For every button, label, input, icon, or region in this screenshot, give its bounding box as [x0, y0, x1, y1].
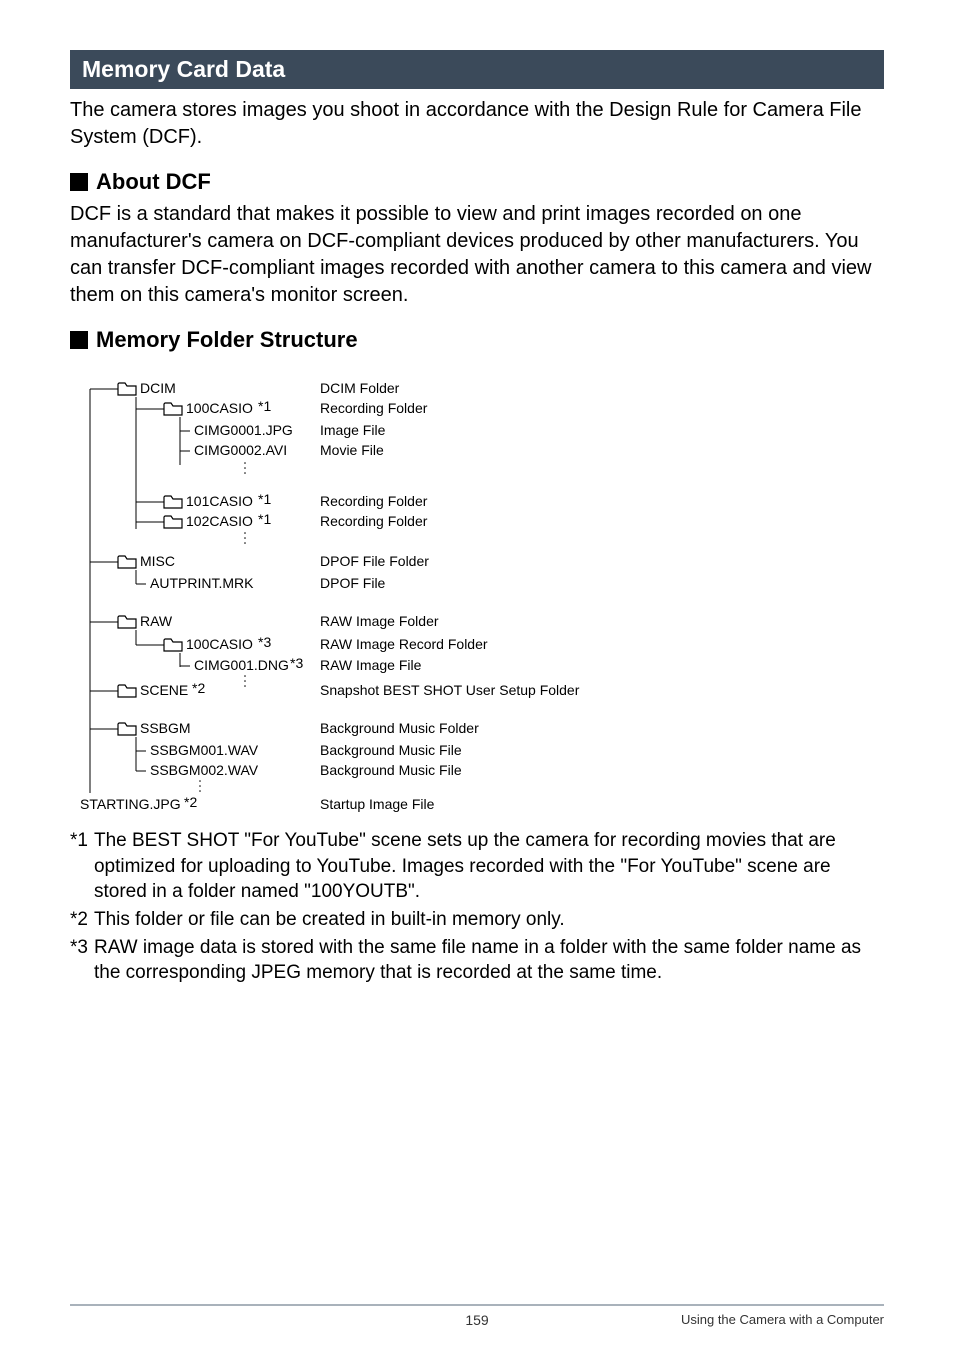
tree-ssbgm001-meaning: Background Music File: [320, 742, 462, 758]
section-header: Memory Card Data: [70, 50, 884, 89]
tree-cimg0001-meaning: Image File: [320, 422, 386, 438]
page-footer: 159 Using the Camera with a Computer: [70, 1304, 884, 1327]
tree-raw-100casio-label: 100CASIO: [186, 636, 253, 652]
about-dcf-paragraph: DCF is a standard that makes it possible…: [70, 201, 884, 309]
tree-starting-meaning: Startup Image File: [320, 796, 435, 812]
footnotes: *1 The BEST SHOT "For YouTube" scene set…: [70, 828, 884, 988]
tree-raw-dng-ast: *3: [290, 655, 303, 671]
intro-paragraph: The camera stores images you shoot in ac…: [70, 97, 884, 151]
footnote1-mark: *1: [70, 828, 88, 905]
footnote2-text: This folder or file can be created in bu…: [94, 907, 565, 933]
tree-102casio-meaning: Recording Folder: [320, 513, 428, 529]
tree-101casio-label: 101CASIO: [186, 493, 253, 509]
tree-scene-ast: *2: [192, 680, 205, 696]
footer-section-title: Using the Camera with a Computer: [681, 1312, 884, 1327]
tree-autprint-label: AUTPRINT.MRK: [150, 575, 254, 591]
tree-raw-meaning: RAW Image Folder: [320, 613, 439, 629]
square-bullet-icon: [70, 173, 88, 191]
tree-misc-label: MISC: [140, 553, 175, 569]
footnote3-mark: *3: [70, 935, 88, 986]
tree-100casio-label: 100CASIO: [186, 400, 253, 416]
tree-100casio-ast: *1: [258, 398, 271, 414]
folder-tree: DCIM DCIM Folder 100CASIO *1 Recording F…: [80, 369, 884, 814]
footnote3-text: RAW image data is stored with the same f…: [94, 935, 884, 986]
tree-dcim-label: DCIM: [140, 380, 176, 396]
tree-100casio-meaning: Recording Folder: [320, 400, 428, 416]
tree-misc-meaning: DPOF File Folder: [320, 553, 429, 569]
tree-starting-ast: *2: [184, 794, 197, 810]
tree-102casio-label: 102CASIO: [186, 513, 253, 529]
tree-ssbgm002-label: SSBGM002.WAV: [150, 762, 259, 778]
tree-scene-meaning: Snapshot BEST SHOT User Setup Folder: [320, 682, 580, 698]
page-number: 159: [465, 1312, 488, 1328]
tree-raw-label: RAW: [140, 613, 173, 629]
tree-scene-label: SCENE: [140, 682, 188, 698]
tree-102casio-ast: *1: [258, 511, 271, 527]
footnote1-text: The BEST SHOT "For YouTube" scene sets u…: [94, 828, 884, 905]
tree-101casio-ast: *1: [258, 491, 271, 507]
tree-cimg0002-label: CIMG0002.AVI: [194, 442, 287, 458]
tree-raw-dng-meaning: RAW Image File: [320, 657, 422, 673]
tree-ssbgm002-meaning: Background Music File: [320, 762, 462, 778]
tree-cimg0001-label: CIMG0001.JPG: [194, 422, 293, 438]
folder-structure-heading-text: Memory Folder Structure: [96, 327, 358, 353]
tree-101casio-meaning: Recording Folder: [320, 493, 428, 509]
about-dcf-heading: About DCF: [70, 169, 884, 195]
tree-raw-100casio-meaning: RAW Image Record Folder: [320, 636, 488, 652]
about-dcf-heading-text: About DCF: [96, 169, 211, 195]
tree-raw-dng-label: CIMG001.DNG: [194, 657, 289, 673]
square-bullet-icon: [70, 331, 88, 349]
tree-ssbgm001-label: SSBGM001.WAV: [150, 742, 259, 758]
tree-ssbgm-meaning: Background Music Folder: [320, 720, 479, 736]
tree-cimg0002-meaning: Movie File: [320, 442, 384, 458]
tree-dcim-meaning: DCIM Folder: [320, 380, 400, 396]
tree-autprint-meaning: DPOF File: [320, 575, 386, 591]
tree-raw-100casio-ast: *3: [258, 634, 271, 650]
footnote2-mark: *2: [70, 907, 88, 933]
tree-starting-label: STARTING.JPG: [80, 796, 181, 812]
folder-structure-heading: Memory Folder Structure: [70, 327, 884, 353]
tree-ssbgm-label: SSBGM: [140, 720, 191, 736]
